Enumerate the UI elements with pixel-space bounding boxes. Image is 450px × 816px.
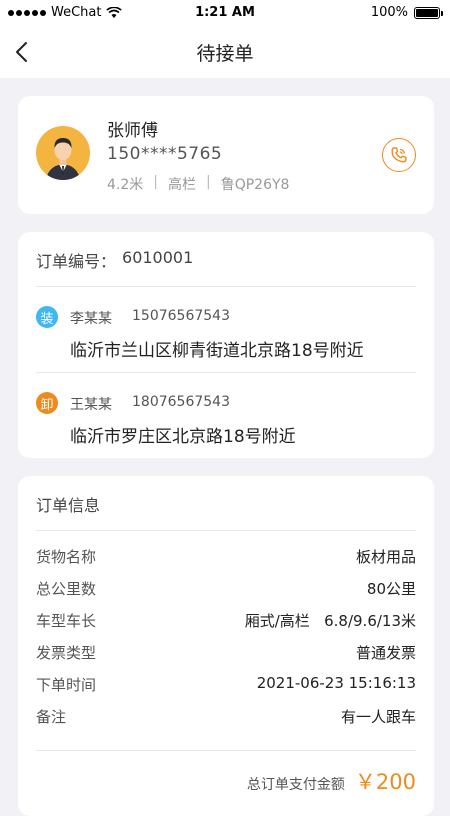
battery-percent: 100% — [370, 5, 408, 20]
divider — [36, 372, 416, 373]
info-row-distance: 总公里数 80公里 — [36, 578, 416, 599]
info-value: 有一人跟车 — [340, 708, 416, 726]
call-driver-button[interactable] — [382, 138, 416, 172]
info-value: 普通发票 — [355, 644, 416, 662]
info-label: 发票类型 — [36, 644, 97, 662]
info-value: 厢式/高栏 6.8/9.6/13米 — [244, 612, 416, 630]
chevron-left-icon — [16, 42, 27, 62]
driver-card: 张师傅 150****5765 4.2米 | 高栏 | 鲁QP26Y8 — [18, 96, 434, 214]
unload-address: 临沂市罗庄区北京路18号附近 — [70, 427, 296, 447]
info-row-remark: 备注 有一人跟车 — [36, 706, 416, 727]
page-title: 待接单 — [196, 42, 254, 65]
info-row-order-time: 下单时间 2021-06-23 15:16:13 — [36, 674, 416, 695]
info-row-vehicle: 车型车长 厢式/高栏 6.8/9.6/13米 — [36, 610, 416, 631]
driver-name: 张师傅 — [107, 121, 158, 141]
order-number: 订单编号： 6010001 — [36, 248, 193, 272]
separator: | — [205, 174, 211, 190]
info-row-invoice: 发票类型 普通发票 — [36, 642, 416, 663]
load-contact-phone[interactable]: 15076567543 — [132, 308, 230, 328]
unload-badge: 卸 — [36, 392, 58, 414]
info-row-goods: 货物名称 板材用品 — [36, 546, 416, 567]
battery-fill — [416, 8, 438, 17]
info-value: 板材用品 — [355, 548, 416, 566]
battery-icon — [414, 6, 443, 19]
unload-contact-phone[interactable]: 18076567543 — [132, 394, 230, 414]
order-info-card: 订单信息 货物名称 板材用品 总公里数 80公里 车型车长 厢式/高栏 6.8/… — [18, 476, 434, 816]
divider — [36, 530, 416, 531]
separator: | — [153, 174, 158, 190]
order-info-title: 订单信息 — [36, 496, 101, 515]
status-bar: WeChat 1:21 AM 100% — [0, 0, 450, 26]
truck-length: 4.2米 — [107, 177, 144, 193]
order-number-value: 6010001 — [122, 248, 194, 267]
total-amount: ￥200 — [354, 770, 416, 794]
back-button[interactable] — [8, 38, 36, 66]
load-contact: 李某某 15076567543 — [70, 308, 230, 328]
order-total: 总订单支付金额 ￥200 — [247, 766, 416, 796]
info-label: 下单时间 — [36, 676, 97, 694]
info-value: 2021-06-23 15:16:13 — [256, 674, 416, 692]
driver-avatar — [36, 126, 90, 180]
info-label: 备注 — [36, 708, 67, 726]
divider — [36, 750, 416, 751]
unload-contact-name: 王某某 — [70, 397, 112, 413]
info-label: 货物名称 — [36, 548, 97, 566]
status-right: 100% — [370, 5, 443, 20]
divider — [36, 286, 416, 287]
driver-portrait-icon — [46, 138, 80, 180]
info-label: 车型车长 — [36, 612, 97, 630]
info-label: 总公里数 — [36, 580, 97, 598]
load-address: 临沂市兰山区柳青街道北京路18号附近 — [70, 341, 364, 361]
total-label: 总订单支付金额 — [246, 777, 345, 793]
nav-bar: 待接单 — [0, 26, 450, 78]
license-plate: 鲁QP26Y8 — [220, 177, 290, 193]
order-number-label: 订单编号： — [36, 252, 117, 271]
load-contact-name: 李某某 — [70, 311, 112, 327]
route-card: 订单编号： 6010001 装 李某某 15076567543 临沂市兰山区柳青… — [18, 232, 434, 458]
driver-phone: 150****5765 — [107, 144, 223, 164]
phone-icon — [391, 147, 407, 163]
info-value: 80公里 — [366, 580, 416, 598]
truck-type: 高栏 — [167, 177, 196, 193]
unload-contact: 王某某 18076567543 — [70, 394, 230, 414]
load-badge: 装 — [36, 306, 58, 328]
driver-vehicle-info: 4.2米 | 高栏 | 鲁QP26Y8 — [107, 174, 289, 194]
